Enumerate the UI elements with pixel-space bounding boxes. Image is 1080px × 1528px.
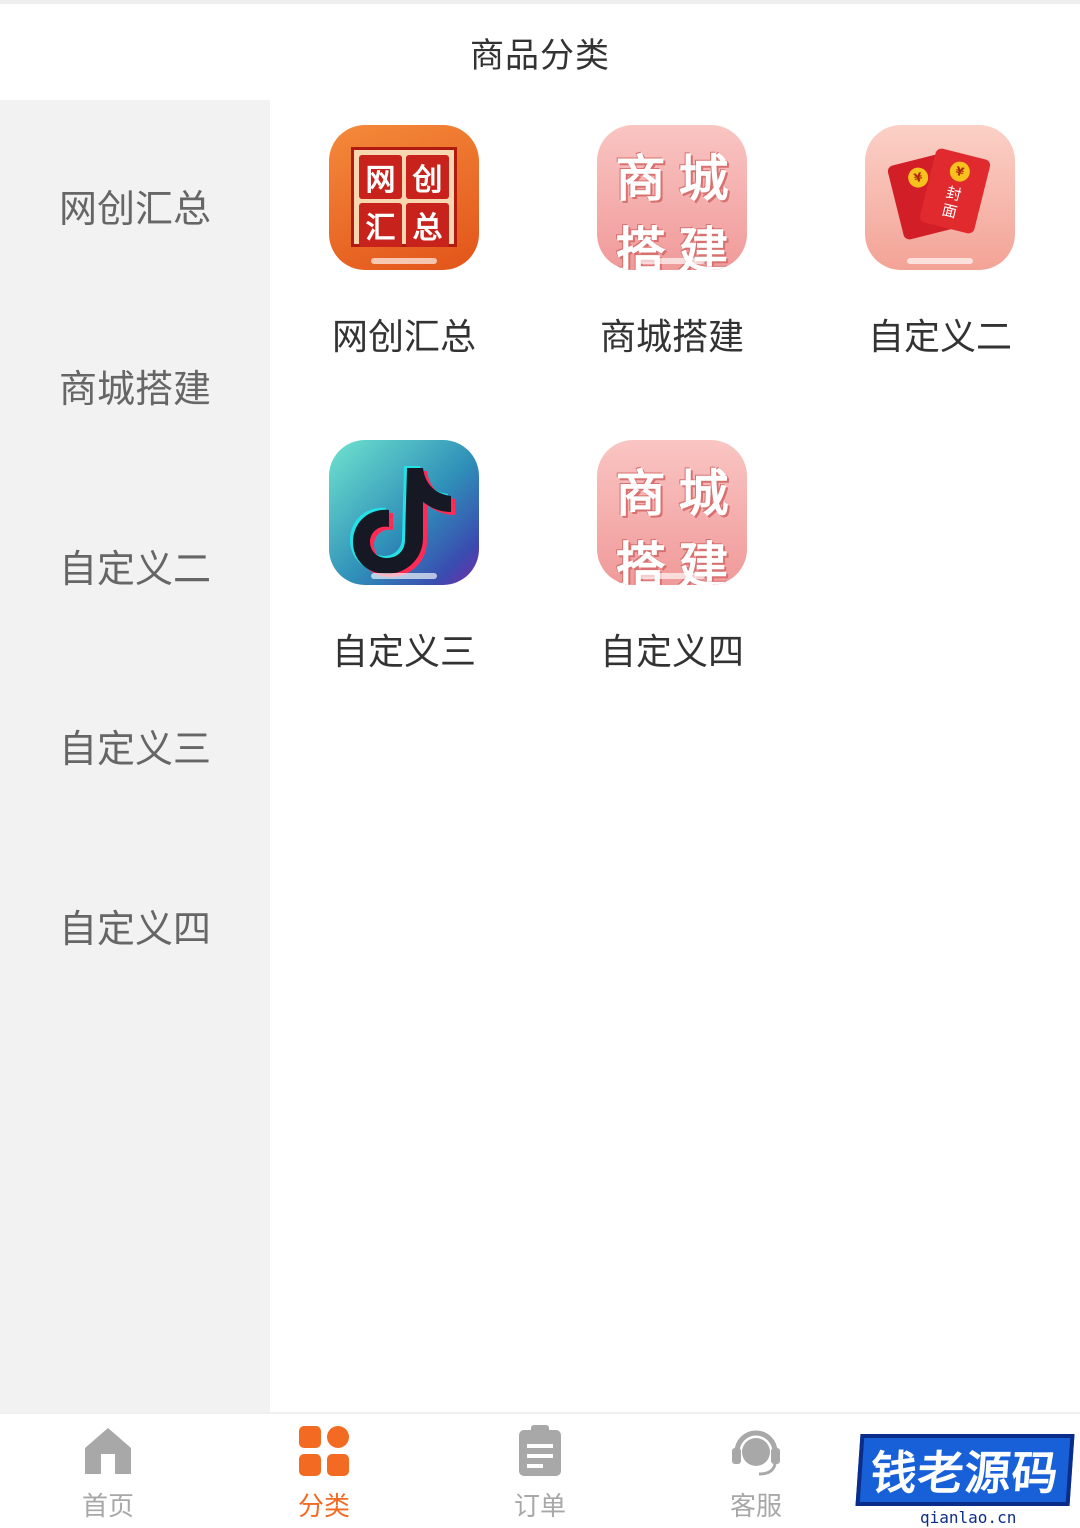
icon-gloss (639, 573, 705, 579)
icon-glyph: 总 (406, 203, 449, 247)
watermark-text: 钱老源码 (868, 1446, 1061, 1500)
category-sidebar: 网创汇总 商城搭建 自定义二 自定义三 自定义四 (0, 100, 270, 1412)
grid-item-label: 网创汇总 (331, 317, 476, 358)
sidebar-item-label: 网创汇总 (58, 186, 211, 231)
tab-orders[interactable]: 订单 (432, 1414, 648, 1528)
tab-home[interactable]: 首页 (0, 1414, 216, 1528)
grid-item-custom-2[interactable]: ¥ ¥ 封 面 自定义二 (806, 100, 1074, 360)
page-title: 商品分类 (470, 35, 610, 76)
watermark-url: qianlao.cn (920, 1508, 1017, 1527)
headset-icon (729, 1424, 783, 1478)
grid-item-custom-3[interactable]: 自定义三 (270, 415, 538, 675)
icon-gloss (371, 258, 437, 264)
sidebar-item-label: 自定义四 (58, 906, 211, 951)
sidebar-item-label: 商城搭建 (58, 366, 211, 411)
icon-gloss (907, 258, 973, 264)
grid-item-label: 商城搭建 (599, 317, 744, 358)
coin-icon: ¥ (947, 159, 972, 184)
tiktok-icon (329, 440, 479, 585)
tab-label: 订单 (513, 1492, 566, 1522)
envelope-text: 封 面 (940, 183, 964, 222)
icon-glyph: 商 (615, 464, 666, 523)
icon-glyph: 面 (939, 200, 959, 222)
watermark-logo: 钱老源码 qianlao.cn (855, 1422, 1076, 1527)
red-envelope-icon: ¥ ¥ 封 面 (865, 125, 1015, 270)
sidebar-item-custom-4[interactable]: 自定义四 (0, 875, 270, 975)
grid-item-label: 自定义四 (599, 632, 744, 673)
tab-label: 分类 (297, 1492, 350, 1522)
sidebar-item-custom-2[interactable]: 自定义二 (0, 515, 270, 615)
category-content: 网 创 汇 总 网创汇总 商 城 搭 建 商城搭建 ¥ ¥ 封 面 自定义二 自… (270, 100, 1080, 1412)
grid-item-shangcheng[interactable]: 商 城 搭 建 商城搭建 (538, 100, 806, 360)
icon-glyph: 网 (359, 155, 402, 199)
sidebar-item-label: 自定义二 (58, 546, 211, 591)
icon-glyph: 城 (678, 464, 729, 523)
icon-glyph: 创 (406, 155, 449, 199)
clipboard-icon (513, 1424, 567, 1478)
icon-glyph: 城 (678, 149, 729, 208)
wangchuang-huizong-icon: 网 创 汇 总 (329, 125, 479, 270)
tab-category[interactable]: 分类 (216, 1414, 432, 1528)
grid-item-wangchuang[interactable]: 网 创 汇 总 网创汇总 (270, 100, 538, 360)
shangcheng-dajian-icon: 商 城 搭 建 (597, 125, 747, 270)
icon-glyph: 商 (615, 149, 666, 208)
sidebar-item-shangcheng[interactable]: 商城搭建 (0, 335, 270, 435)
sidebar-item-custom-3[interactable]: 自定义三 (0, 695, 270, 795)
icon-gloss (371, 573, 437, 579)
watermark-box: 钱老源码 (855, 1434, 1075, 1506)
sidebar-item-label: 自定义三 (58, 726, 211, 771)
sidebar-item-wangchuang[interactable]: 网创汇总 (0, 155, 270, 255)
home-icon (81, 1424, 135, 1478)
grid-item-custom-4[interactable]: 商 城 搭 建 自定义四 (538, 415, 806, 675)
category-grid-icon (297, 1424, 351, 1478)
tab-label: 客服 (729, 1492, 782, 1522)
icon-gloss (639, 258, 705, 264)
tab-service[interactable]: 客服 (648, 1414, 864, 1528)
tab-label: 首页 (81, 1492, 134, 1522)
top-bar: 商品分类 (0, 0, 1080, 100)
shangcheng-dajian-icon: 商 城 搭 建 (597, 440, 747, 585)
icon-glyph: 汇 (359, 203, 402, 247)
grid-item-label: 自定义三 (331, 632, 476, 673)
grid-item-label: 自定义二 (867, 317, 1012, 358)
